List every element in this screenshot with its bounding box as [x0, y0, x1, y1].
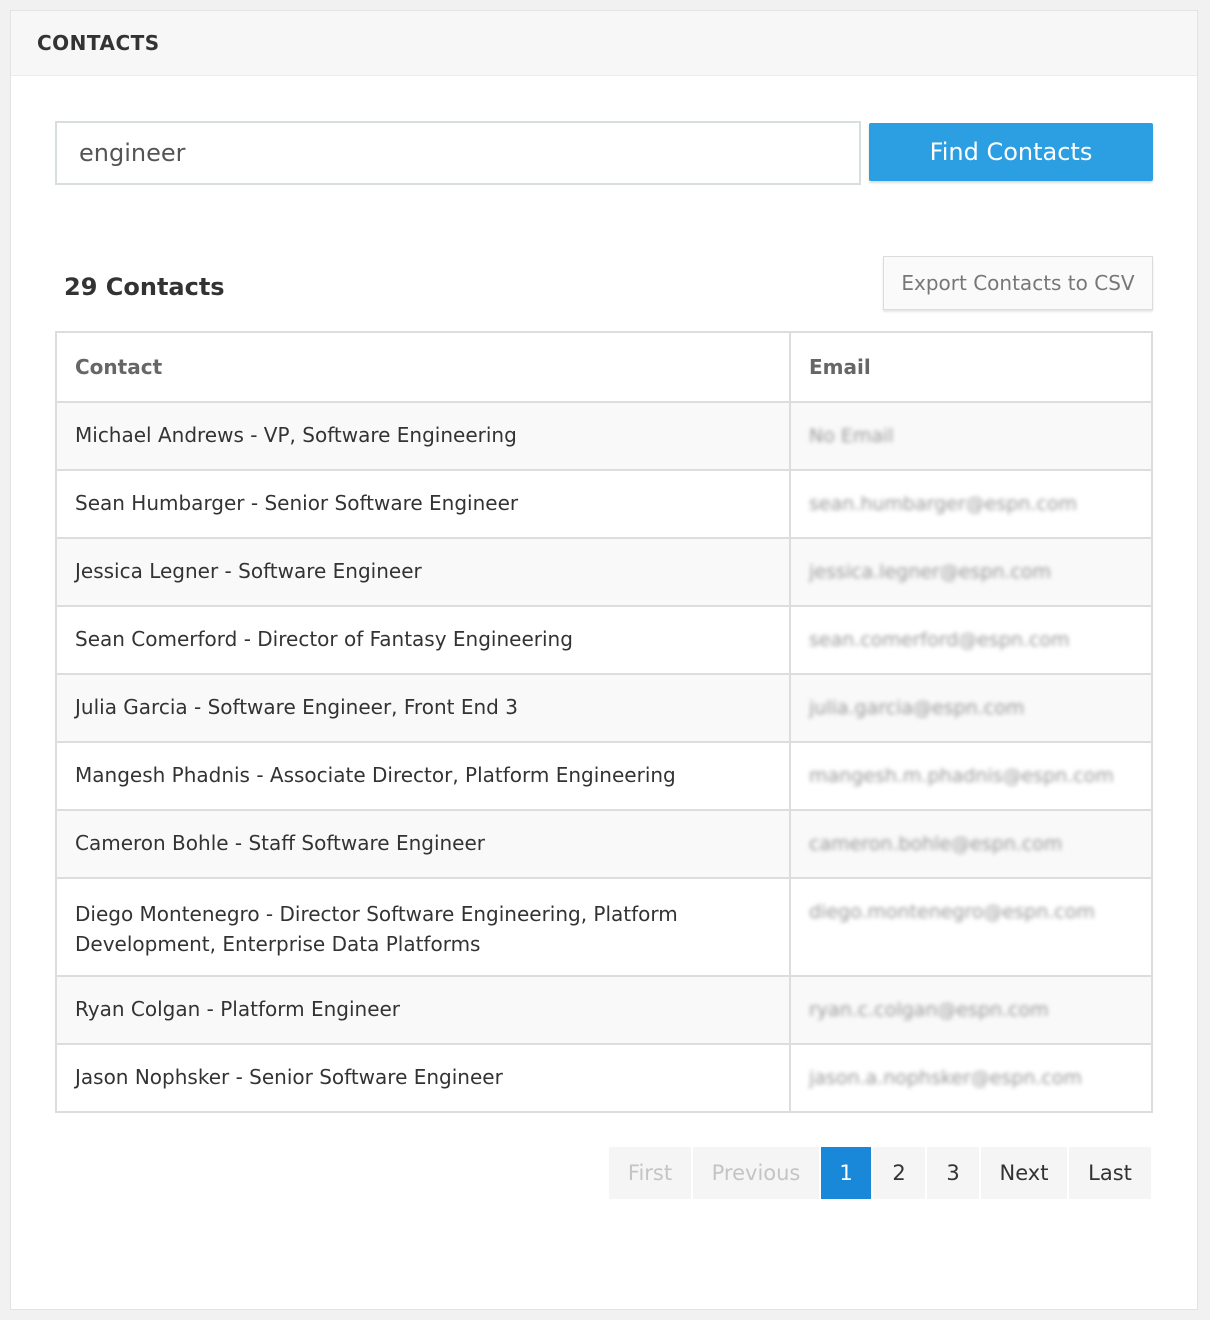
email-cell: sean.comerford@espn.com [789, 605, 1153, 675]
contact-cell: Diego Montenegro - Director Software Eng… [55, 877, 791, 977]
table-row: Sean Comerford - Director of Fantasy Eng… [55, 605, 1153, 675]
panel-header: CONTACTS [11, 11, 1197, 76]
table-row: Cameron Bohle - Staff Software Engineer … [55, 809, 1153, 879]
contact-cell: Jason Nophsker - Senior Software Enginee… [55, 1043, 791, 1113]
find-contacts-button[interactable]: Find Contacts [869, 123, 1153, 181]
email-text[interactable]: jason.a.nophsker@espn.com [809, 1067, 1082, 1089]
search-input[interactable] [55, 121, 861, 185]
contact-cell: Michael Andrews - VP, Software Engineeri… [55, 401, 791, 471]
contact-cell: Ryan Colgan - Platform Engineer [55, 975, 791, 1045]
table-row: Ryan Colgan - Platform Engineer ryan.c.c… [55, 975, 1153, 1045]
table-row: Jason Nophsker - Senior Software Enginee… [55, 1043, 1153, 1113]
email-cell: julia.garcia@espn.com [789, 673, 1153, 743]
table-row: Michael Andrews - VP, Software Engineeri… [55, 401, 1153, 471]
pagination-first[interactable]: First [609, 1147, 691, 1199]
email-text[interactable]: sean.comerford@espn.com [809, 629, 1070, 651]
email-cell: mangesh.m.phadnis@espn.com [789, 741, 1153, 811]
table-row: Diego Montenegro - Director Software Eng… [55, 877, 1153, 977]
contacts-panel: CONTACTS Find Contacts 29 Contacts Expor… [10, 10, 1198, 1310]
table-row: Jessica Legner - Software Engineer jessi… [55, 537, 1153, 607]
contacts-table: Contact Email Michael Andrews - VP, Soft… [55, 331, 1153, 1113]
pagination-page-2[interactable]: 2 [873, 1147, 925, 1199]
pagination: First Previous 1 2 3 Next Last [609, 1147, 1153, 1199]
email-text[interactable]: mangesh.m.phadnis@espn.com [809, 765, 1114, 787]
email-cell: ryan.c.colgan@espn.com [789, 975, 1153, 1045]
column-header-email: Email [789, 331, 1153, 403]
email-cell: jessica.legner@espn.com [789, 537, 1153, 607]
contact-cell: Sean Comerford - Director of Fantasy Eng… [55, 605, 791, 675]
column-header-contact: Contact [55, 331, 791, 403]
panel-title: CONTACTS [37, 31, 160, 55]
email-cell: No Email [789, 401, 1153, 471]
pagination-page-3[interactable]: 3 [927, 1147, 979, 1199]
email-text[interactable]: ryan.c.colgan@espn.com [809, 999, 1049, 1021]
email-cell: sean.humbarger@espn.com [789, 469, 1153, 539]
export-csv-button[interactable]: Export Contacts to CSV [883, 256, 1153, 310]
table-row: Julia Garcia - Software Engineer, Front … [55, 673, 1153, 743]
pagination-page-1[interactable]: 1 [821, 1147, 871, 1199]
email-cell: jason.a.nophsker@espn.com [789, 1043, 1153, 1113]
contact-cell: Mangesh Phadnis - Associate Director, Pl… [55, 741, 791, 811]
email-cell: diego.montenegro@espn.com [789, 877, 1153, 977]
contact-cell: Jessica Legner - Software Engineer [55, 537, 791, 607]
pagination-next[interactable]: Next [981, 1147, 1067, 1199]
contact-cell: Sean Humbarger - Senior Software Enginee… [55, 469, 791, 539]
email-text[interactable]: diego.montenegro@espn.com [809, 901, 1095, 923]
email-text[interactable]: julia.garcia@espn.com [809, 697, 1024, 719]
email-text[interactable]: jessica.legner@espn.com [809, 561, 1051, 583]
contact-cell: Julia Garcia - Software Engineer, Front … [55, 673, 791, 743]
contact-cell: Cameron Bohle - Staff Software Engineer [55, 809, 791, 879]
email-text[interactable]: sean.humbarger@espn.com [809, 493, 1077, 515]
table-header-row: Contact Email [55, 331, 1153, 403]
pagination-last[interactable]: Last [1069, 1147, 1151, 1199]
email-text: No Email [809, 425, 894, 447]
table-row: Sean Humbarger - Senior Software Enginee… [55, 469, 1153, 539]
email-cell: cameron.bohle@espn.com [789, 809, 1153, 879]
table-row: Mangesh Phadnis - Associate Director, Pl… [55, 741, 1153, 811]
pagination-previous[interactable]: Previous [693, 1147, 819, 1199]
email-text[interactable]: cameron.bohle@espn.com [809, 833, 1062, 855]
contacts-count: 29 Contacts [64, 273, 225, 301]
